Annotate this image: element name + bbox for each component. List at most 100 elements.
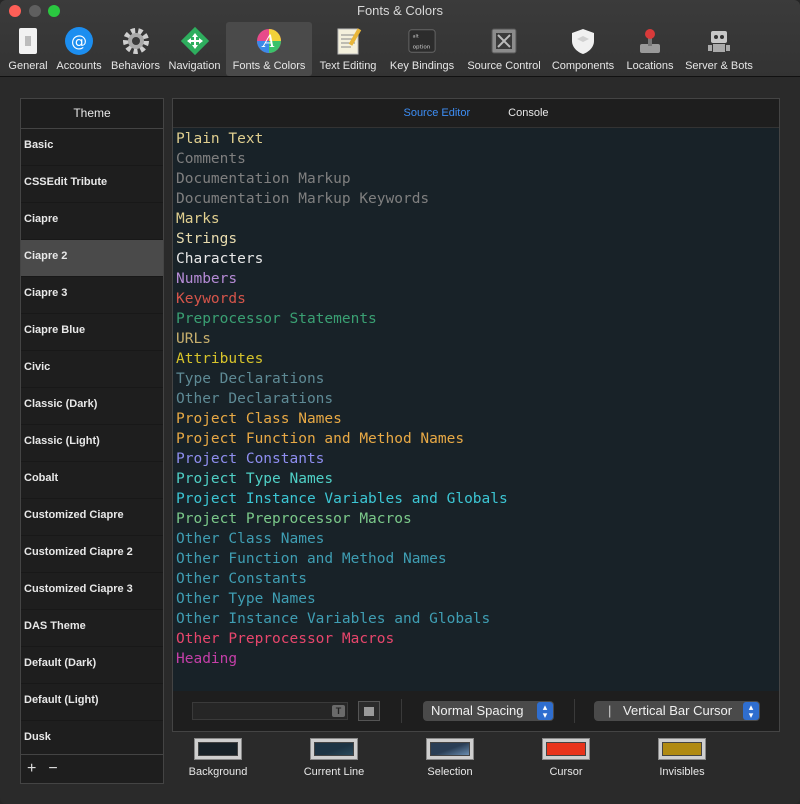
theme-item[interactable]: Classic (Light) bbox=[21, 425, 163, 462]
theme-item[interactable]: Dusk bbox=[21, 721, 163, 754]
syntax-line[interactable]: Heading bbox=[176, 649, 776, 669]
svg-text:alt: alt bbox=[413, 33, 419, 39]
syntax-line[interactable]: Preprocessor Statements bbox=[176, 309, 776, 329]
line-spacing-popup[interactable]: Normal Spacing ▴ ▾ bbox=[423, 701, 554, 721]
syntax-line[interactable]: Type Declarations bbox=[176, 369, 776, 389]
theme-item[interactable]: Civic bbox=[21, 351, 163, 388]
theme-item[interactable]: Customized Ciapre 2 bbox=[21, 536, 163, 573]
font-picker-icon[interactable]: T bbox=[332, 705, 345, 717]
chevron-updown-icon: ▴ ▾ bbox=[537, 702, 553, 720]
color-swatches: Background Current Line Selection Cursor… bbox=[180, 738, 740, 788]
tab-label: General bbox=[8, 60, 48, 72]
syntax-line[interactable]: Other Constants bbox=[176, 569, 776, 589]
theme-item[interactable]: Customized Ciapre 3 bbox=[21, 573, 163, 610]
svg-text:A: A bbox=[261, 32, 275, 52]
font-color-well[interactable] bbox=[358, 701, 380, 721]
theme-item[interactable]: Cobalt bbox=[21, 462, 163, 499]
syntax-line[interactable]: Project Class Names bbox=[176, 409, 776, 429]
swatch-cursor[interactable]: Cursor bbox=[528, 738, 604, 778]
theme-item[interactable]: DAS Theme bbox=[21, 610, 163, 647]
color-well[interactable] bbox=[310, 738, 358, 760]
tab-components[interactable]: Components bbox=[548, 22, 618, 76]
theme-item[interactable]: Classic (Dark) bbox=[21, 388, 163, 425]
syntax-line[interactable]: Attributes bbox=[176, 349, 776, 369]
window-title: Fonts & Colors bbox=[357, 3, 443, 18]
source-control-icon bbox=[489, 26, 519, 56]
cursor-style-popup[interactable]: | Vertical Bar Cursor ▴ ▾ bbox=[594, 701, 760, 721]
tab-navigation[interactable]: Navigation bbox=[163, 22, 226, 76]
theme-item[interactable]: Ciapre Blue bbox=[21, 314, 163, 351]
theme-item[interactable]: Customized Ciapre bbox=[21, 499, 163, 536]
theme-item[interactable]: CSSEdit Tribute bbox=[21, 166, 163, 203]
syntax-line[interactable]: Other Instance Variables and Globals bbox=[176, 609, 776, 629]
syntax-line[interactable]: Keywords bbox=[176, 289, 776, 309]
robot-icon bbox=[704, 26, 734, 56]
swatch-label: Cursor bbox=[549, 766, 583, 778]
color-well[interactable] bbox=[426, 738, 474, 760]
tab-source-control[interactable]: Source Control bbox=[460, 22, 548, 76]
syntax-line[interactable]: Characters bbox=[176, 249, 776, 269]
tab-fonts-colors[interactable]: A Fonts & Colors bbox=[226, 22, 312, 76]
tab-source-editor[interactable]: Source Editor bbox=[403, 107, 470, 119]
theme-list[interactable]: Basic CSSEdit Tribute Ciapre Ciapre 2 Ci… bbox=[21, 129, 163, 754]
syntax-line[interactable]: Other Type Names bbox=[176, 589, 776, 609]
syntax-line[interactable]: Project Constants bbox=[176, 449, 776, 469]
theme-item[interactable]: Ciapre bbox=[21, 203, 163, 240]
tab-label: Fonts & Colors bbox=[232, 60, 306, 72]
color-well[interactable] bbox=[194, 738, 242, 760]
color-well[interactable] bbox=[658, 738, 706, 760]
syntax-line[interactable]: Comments bbox=[176, 149, 776, 169]
syntax-line[interactable]: Other Function and Method Names bbox=[176, 549, 776, 569]
tab-label: Components bbox=[551, 60, 615, 72]
syntax-line[interactable]: Project Preprocessor Macros bbox=[176, 509, 776, 529]
syntax-line[interactable]: Other Declarations bbox=[176, 389, 776, 409]
remove-theme-button[interactable]: − bbox=[48, 760, 57, 778]
swatch-background[interactable]: Background bbox=[180, 738, 256, 778]
syntax-line[interactable]: Project Instance Variables and Globals bbox=[176, 489, 776, 509]
tab-server-bots[interactable]: Server & Bots bbox=[682, 22, 756, 76]
theme-item[interactable]: Basic bbox=[21, 129, 163, 166]
swatch-color bbox=[314, 742, 354, 756]
add-theme-button[interactable]: + bbox=[27, 760, 36, 778]
swatch-selection[interactable]: Selection bbox=[412, 738, 488, 778]
swatch-current-line[interactable]: Current Line bbox=[296, 738, 372, 778]
syntax-line[interactable]: Documentation Markup Keywords bbox=[176, 189, 776, 209]
swatch-color bbox=[430, 742, 470, 756]
shield-box-icon bbox=[568, 26, 598, 56]
syntax-line[interactable]: Numbers bbox=[176, 269, 776, 289]
syntax-line[interactable]: Project Type Names bbox=[176, 469, 776, 489]
theme-item[interactable]: Default (Dark) bbox=[21, 647, 163, 684]
syntax-line[interactable]: Project Function and Method Names bbox=[176, 429, 776, 449]
theme-item[interactable]: Ciapre 3 bbox=[21, 277, 163, 314]
tab-behaviors[interactable]: Behaviors bbox=[108, 22, 163, 76]
option-key-icon: alt option bbox=[407, 26, 437, 56]
theme-item-selected[interactable]: Ciapre 2 bbox=[21, 240, 163, 277]
tab-label: Navigation bbox=[168, 60, 221, 72]
svg-text:option: option bbox=[413, 45, 431, 51]
font-color-icon: A bbox=[254, 26, 284, 56]
tab-key-bindings[interactable]: alt option Key Bindings bbox=[384, 22, 460, 76]
syntax-line[interactable]: Other Preprocessor Macros bbox=[176, 629, 776, 649]
cursor-bar-icon: | bbox=[608, 703, 612, 718]
font-field[interactable]: T bbox=[192, 702, 348, 720]
tab-label: Text Editing bbox=[319, 60, 377, 72]
syntax-line[interactable]: Documentation Markup bbox=[176, 169, 776, 189]
syntax-line[interactable]: Plain Text bbox=[176, 129, 776, 149]
svg-text:@: @ bbox=[71, 32, 87, 51]
tab-console[interactable]: Console bbox=[508, 107, 548, 119]
swatch-invisibles[interactable]: Invisibles bbox=[644, 738, 720, 778]
tab-accounts[interactable]: @ Accounts bbox=[50, 22, 108, 76]
color-well[interactable] bbox=[542, 738, 590, 760]
syntax-line[interactable]: Strings bbox=[176, 229, 776, 249]
syntax-preview[interactable]: Plain Text Comments Documentation Markup Do… bbox=[173, 127, 779, 691]
syntax-line[interactable]: URLs bbox=[176, 329, 776, 349]
tab-general[interactable]: General bbox=[0, 22, 50, 76]
theme-item[interactable]: Default (Light) bbox=[21, 684, 163, 721]
chevron-updown-icon: ▴ ▾ bbox=[743, 702, 759, 720]
tab-text-editing[interactable]: Text Editing bbox=[312, 22, 384, 76]
editor-bottom-bar: T Normal Spacing ▴ ▾ | Vertical Bar Curso… bbox=[173, 691, 779, 731]
syntax-line[interactable]: Other Class Names bbox=[176, 529, 776, 549]
swatch-color bbox=[546, 742, 586, 756]
syntax-line[interactable]: Marks bbox=[176, 209, 776, 229]
tab-locations[interactable]: Locations bbox=[618, 22, 682, 76]
